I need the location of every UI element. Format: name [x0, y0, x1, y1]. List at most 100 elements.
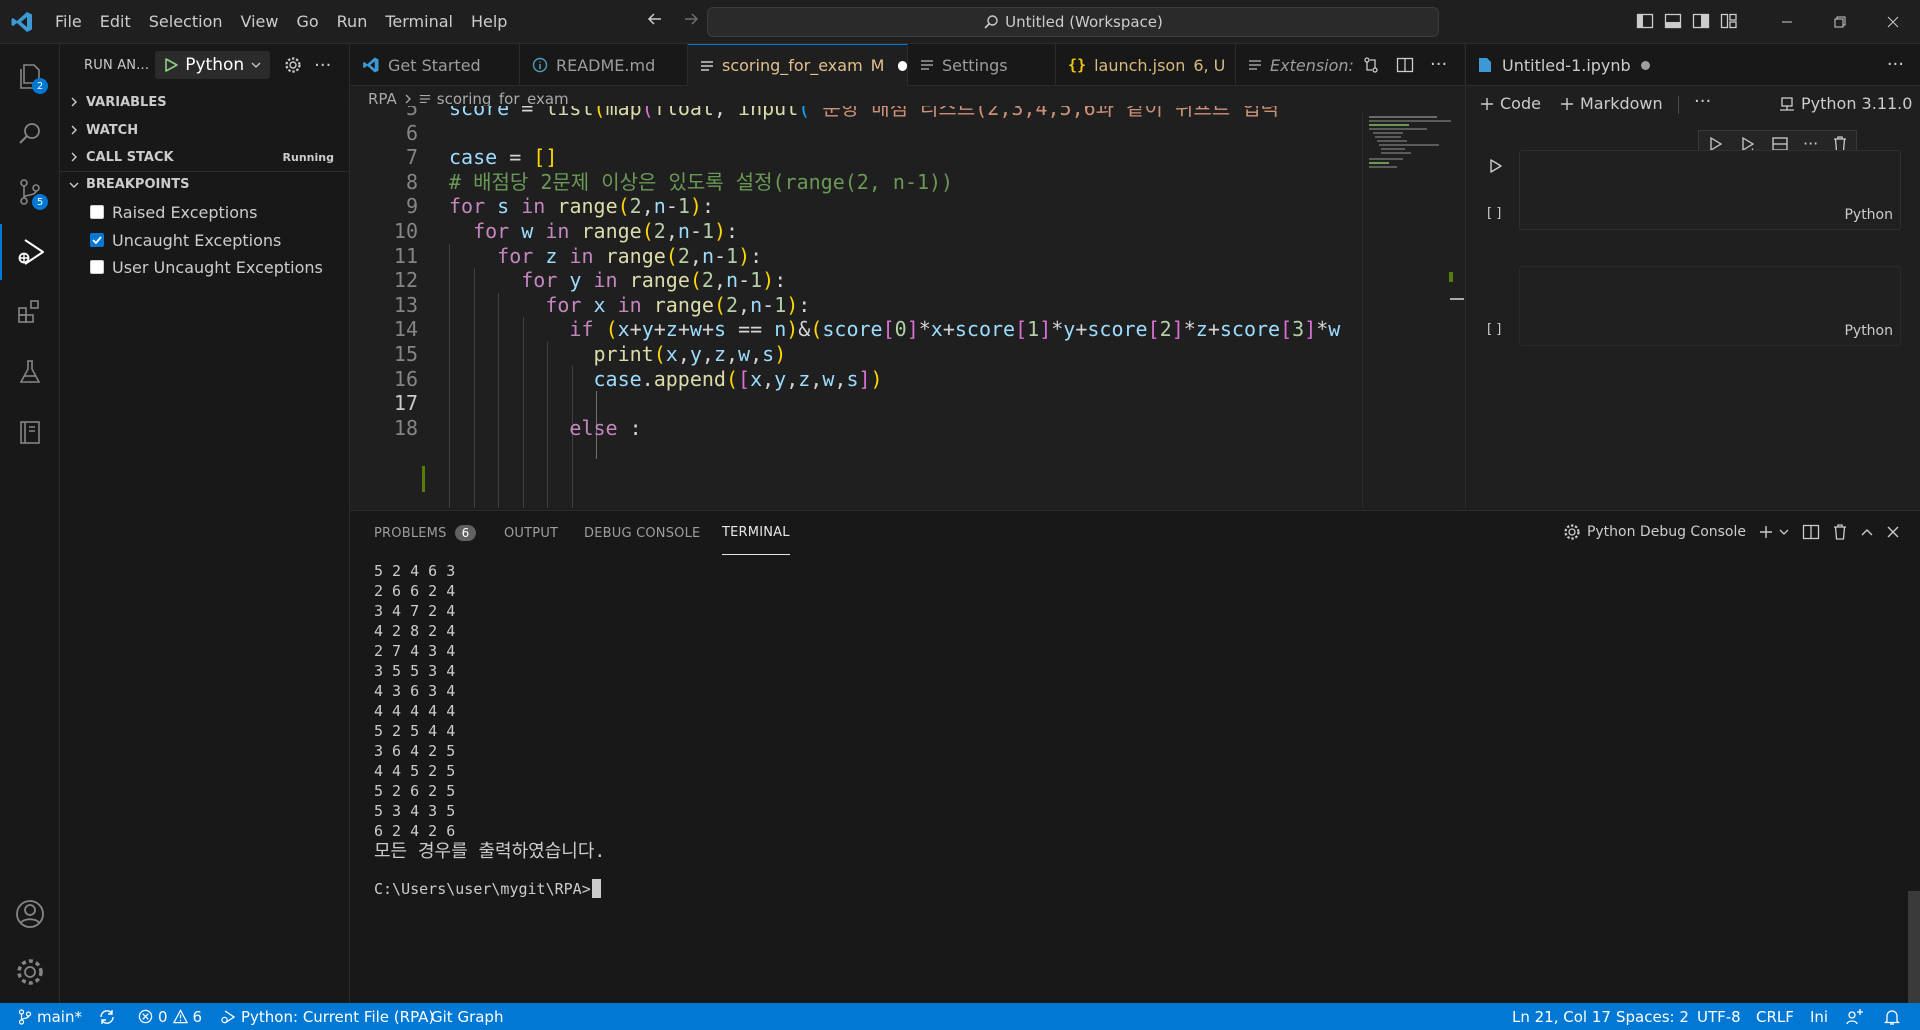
debug-config-select[interactable]: Python	[155, 51, 271, 79]
more-actions-icon[interactable]: ···	[1430, 54, 1447, 75]
add-code-cell-button[interactable]: Code	[1480, 94, 1541, 113]
menu-edit[interactable]: Edit	[91, 0, 140, 44]
new-terminal-icon[interactable]	[1758, 524, 1774, 540]
editor-tabs: Get Started README.md scoring_for_exam M…	[350, 44, 1464, 86]
kill-terminal-icon[interactable]	[1832, 523, 1848, 541]
menu-run[interactable]: Run	[328, 0, 377, 44]
language-mode[interactable]: Ini	[1810, 1003, 1828, 1030]
extensions-icon[interactable]	[0, 284, 60, 340]
add-markdown-cell-button[interactable]: Markdown	[1560, 94, 1663, 113]
run-cell-icon[interactable]	[1488, 158, 1504, 174]
open-launch-json-gear-icon[interactable]	[284, 56, 302, 74]
variables-section[interactable]: VARIABLES	[60, 89, 350, 115]
menu-selection[interactable]: Selection	[140, 0, 232, 44]
watch-section[interactable]: WATCH	[60, 117, 350, 143]
cell-language[interactable]: Python	[1844, 207, 1893, 223]
notebook-icon[interactable]	[0, 404, 60, 460]
terminal-prompt[interactable]: C:\Users\user\mygit\RPA>	[374, 879, 601, 898]
menu-help[interactable]: Help	[462, 0, 516, 44]
menu-view[interactable]: View	[232, 0, 288, 44]
breakpoints-section[interactable]: BREAKPOINTS	[60, 171, 350, 197]
terminal-selector[interactable]: Python Debug Console	[1563, 523, 1746, 541]
notebook-cell[interactable]: Python	[1519, 150, 1901, 230]
back-arrow-icon[interactable]	[646, 10, 664, 28]
close-panel-icon[interactable]	[1886, 525, 1900, 539]
git-graph[interactable]: Git Graph	[431, 1003, 503, 1030]
terminal-line: 4 3 6 3 4	[374, 682, 456, 700]
tab-extension[interactable]: Extension: C	[1236, 44, 1358, 86]
more-actions-icon[interactable]: ···	[314, 55, 331, 76]
split-terminal-icon[interactable]	[1802, 523, 1820, 541]
tab-get-started[interactable]: Get Started	[350, 44, 520, 86]
tab-label: DEBUG CONSOLE	[584, 525, 701, 541]
kernel-picker[interactable]: Python 3.11.0	[1779, 94, 1912, 113]
sync-icon[interactable]	[98, 1003, 116, 1030]
terminal-line: 4 2 8 2 4	[374, 622, 456, 640]
tab-terminal[interactable]: TERMINAL	[722, 511, 790, 555]
explorer-icon[interactable]: 2	[0, 48, 60, 104]
code-editor[interactable]: 5 score = list(map(float, input("문항 배점 리스…	[350, 106, 1362, 508]
toggle-primary-sidebar-icon[interactable]	[1636, 12, 1654, 30]
editor-scrollbar[interactable]	[1448, 112, 1464, 508]
terminal-output[interactable]: 5 2 4 6 3 2 6 6 2 4 3 4 7 2 4 4 2 8 2 4 2 7 …	[374, 561, 455, 841]
more-actions-icon[interactable]: ···	[1887, 54, 1904, 75]
tab-settings[interactable]: Settings	[908, 44, 1056, 86]
chevron-down-icon[interactable]	[1778, 526, 1790, 538]
toggle-panel-icon[interactable]	[1664, 12, 1682, 30]
raised-exceptions-checkbox[interactable]	[90, 205, 104, 219]
account-icon[interactable]	[0, 886, 60, 942]
unsaved-dot-icon[interactable]	[1640, 60, 1650, 70]
tab-scoring-for-exam[interactable]: scoring_for_exam M	[688, 44, 908, 86]
uncaught-exceptions-checkbox[interactable]	[90, 233, 104, 247]
menu-go[interactable]: Go	[287, 0, 327, 44]
manage-gear-icon[interactable]	[0, 944, 60, 1000]
tab-output[interactable]: OUTPUT	[504, 511, 558, 555]
indentation[interactable]: Spaces: 2	[1616, 1003, 1689, 1030]
unsaved-dot-icon[interactable]	[898, 60, 907, 71]
minimap[interactable]	[1362, 112, 1462, 508]
breakpoint-user-uncaught-exceptions[interactable]: User Uncaught Exceptions	[90, 254, 323, 280]
minimize-icon[interactable]	[1760, 0, 1813, 44]
call-stack-section[interactable]: CALL STACK Running	[60, 144, 350, 170]
code-line[interactable]: 18 else :	[350, 413, 1362, 443]
more-actions-icon[interactable]: ···	[1694, 91, 1711, 112]
command-center[interactable]: Untitled (Workspace)	[707, 7, 1439, 37]
chevron-down-icon	[250, 59, 262, 71]
breakpoint-raised-exceptions[interactable]: Raised Exceptions	[90, 199, 258, 225]
feedback-icon[interactable]	[1846, 1003, 1864, 1030]
run-debug-icon[interactable]	[0, 224, 60, 280]
terminal-scrollbar[interactable]	[1908, 891, 1920, 1003]
maximize-panel-icon[interactable]	[1860, 525, 1874, 539]
notifications-bell-icon[interactable]	[1884, 1003, 1900, 1030]
breakpoint-uncaught-exceptions[interactable]: Uncaught Exceptions	[90, 227, 281, 253]
debug-config-status[interactable]: Python: Current File (RPA)	[220, 1003, 434, 1030]
forward-arrow-icon[interactable]	[682, 10, 700, 28]
source-control-icon[interactable]: 5	[0, 164, 60, 220]
end-of-line[interactable]: CRLF	[1756, 1003, 1794, 1030]
compare-changes-icon[interactable]	[1362, 56, 1380, 74]
cell-language[interactable]: Python	[1844, 323, 1893, 339]
tab-launch-json[interactable]: {} launch.json 6, U	[1056, 44, 1236, 86]
notebook-toolbar: Code Markdown ··· Python 3.11.0	[1465, 86, 1920, 122]
customize-layout-icon[interactable]	[1720, 12, 1738, 30]
tab-readme[interactable]: README.md	[520, 44, 688, 86]
menu-terminal[interactable]: Terminal	[376, 0, 462, 44]
user-uncaught-exceptions-checkbox[interactable]	[90, 260, 104, 274]
tab-problems[interactable]: PROBLEMS 6	[374, 511, 477, 555]
tab-untitled-notebook[interactable]: Untitled-1.ipynb	[1478, 44, 1650, 86]
restore-icon[interactable]	[1813, 0, 1866, 44]
split-editor-icon[interactable]	[1396, 56, 1414, 74]
encoding[interactable]: UTF-8	[1697, 1003, 1741, 1030]
search-view-icon[interactable]	[0, 106, 60, 162]
menu-file[interactable]: File	[46, 0, 91, 44]
toggle-secondary-sidebar-icon[interactable]	[1692, 12, 1710, 30]
tab-debug-console[interactable]: DEBUG CONSOLE	[584, 511, 700, 555]
problems-status[interactable]: 0 6	[138, 1003, 202, 1030]
start-debugging-icon[interactable]	[163, 57, 179, 73]
testing-icon[interactable]	[0, 344, 60, 400]
cursor-position[interactable]: Ln 21, Col 17	[1512, 1003, 1611, 1030]
notebook-cell[interactable]: Python	[1519, 266, 1901, 346]
markdown-label: Markdown	[1580, 94, 1663, 113]
git-branch[interactable]: main*	[18, 1003, 82, 1030]
close-window-icon[interactable]	[1866, 0, 1919, 44]
